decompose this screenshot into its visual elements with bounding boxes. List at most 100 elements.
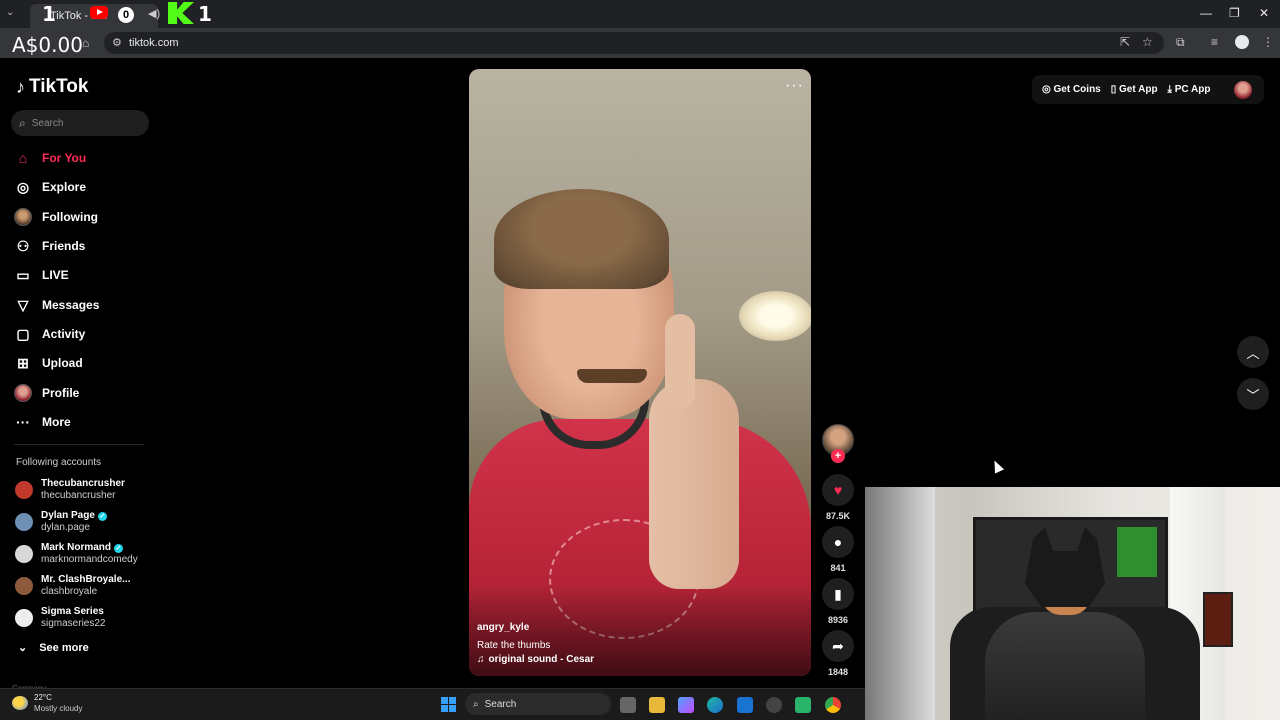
previous-video-button[interactable]: ︿ xyxy=(1237,336,1269,368)
comment-button[interactable]: ● xyxy=(822,526,854,558)
webcam-picture-frame xyxy=(1203,592,1233,647)
nav-label: Friends xyxy=(42,239,86,253)
browser-tab-bar: ⌄ TikTok - Ma 1 0 ◀) 1 — ❐ ✕ xyxy=(0,0,1280,28)
chevron-down-icon: ⌄ xyxy=(18,642,28,654)
get-coins-button[interactable]: ◎ Get Coins xyxy=(1042,84,1101,95)
home-button-icon[interactable]: ⌂ xyxy=(82,36,89,50)
friends-icon: ⚇ xyxy=(16,237,30,254)
nav-profile[interactable]: Profile xyxy=(14,383,79,403)
chevron-down-icon: ﹀ xyxy=(1246,387,1260,403)
install-app-icon[interactable]: ⇱ xyxy=(1120,35,1130,49)
maximize-icon[interactable]: ❐ xyxy=(1229,6,1240,20)
nav-label: For You xyxy=(42,151,87,165)
comment-icon: ● xyxy=(833,534,843,550)
account-name: Dylan Page xyxy=(41,510,95,521)
following-account[interactable]: Mark Normand ✓ marknormandcomedy xyxy=(15,542,138,566)
bookmark-icon: ▮ xyxy=(834,585,842,602)
nav-following[interactable]: Following xyxy=(14,207,98,227)
media-controls-icon[interactable]: ≡ xyxy=(1211,35,1218,49)
app-icon[interactable] xyxy=(795,697,811,713)
site-info-icon[interactable]: ⚙ xyxy=(112,36,122,49)
file-explorer-icon[interactable] xyxy=(649,697,665,713)
video-player[interactable]: ··· angry_kyle Rate the thumbs ♫ origina… xyxy=(469,69,811,676)
pc-app-button[interactable]: ⤓ PC App xyxy=(1168,84,1211,95)
following-accounts-title: Following accounts xyxy=(16,457,102,468)
minimize-icon[interactable]: — xyxy=(1200,6,1212,20)
webcam-costume xyxy=(985,612,1145,720)
windows-start-icon[interactable] xyxy=(441,697,456,712)
video-sound[interactable]: ♫ original sound - Cesar xyxy=(477,654,594,665)
account-handle: sigmaseries22 xyxy=(41,618,106,629)
comment-count: 841 xyxy=(830,563,846,573)
nav-activity[interactable]: ▢ Activity xyxy=(14,324,85,344)
save-button[interactable]: ▮ xyxy=(822,578,854,610)
nav-live[interactable]: ▭ LIVE xyxy=(14,265,68,285)
user-avatar[interactable] xyxy=(1234,81,1252,99)
nav-explore[interactable]: ◎ Explore xyxy=(14,177,86,197)
search-input[interactable] xyxy=(31,117,132,129)
overlay-counter-a: 1 xyxy=(42,2,56,26)
nav-for-you[interactable]: ⌂ For You xyxy=(14,148,86,168)
webcam-door xyxy=(865,487,935,720)
activity-icon: ▢ xyxy=(16,325,30,342)
outlook-icon[interactable] xyxy=(737,697,753,713)
following-account[interactable]: Sigma Series sigmaseries22 xyxy=(15,606,105,630)
nav-label: Activity xyxy=(42,327,86,341)
speaker-icon[interactable]: ◀) xyxy=(148,7,160,20)
see-more-label: See more xyxy=(39,641,89,654)
task-view-icon[interactable] xyxy=(620,697,636,713)
avatar xyxy=(15,481,33,499)
nav-label: More xyxy=(42,415,71,429)
settings-icon[interactable] xyxy=(766,697,782,713)
account-handle: dylan.page xyxy=(41,522,90,533)
nav-upload[interactable]: ⊞ Upload xyxy=(14,353,83,373)
following-account[interactable]: Dylan Page ✓ dylan.page xyxy=(15,510,107,534)
pc-app-label: PC App xyxy=(1174,84,1211,95)
next-video-button[interactable]: ﹀ xyxy=(1237,378,1269,410)
extensions-icon[interactable]: ⧉ xyxy=(1176,35,1185,50)
search-bar[interactable]: ⌕ xyxy=(11,110,149,136)
nav-label: Profile xyxy=(42,386,80,400)
share-icon: ➦ xyxy=(832,637,844,654)
omnibox[interactable] xyxy=(104,32,1164,54)
nav-more[interactable]: ··· More xyxy=(14,412,71,432)
url-text[interactable]: tiktok.com xyxy=(129,37,179,49)
windows-taskbar xyxy=(0,688,865,720)
tiktok-logo[interactable]: ♪ TikTok xyxy=(16,76,88,98)
sidebar-divider xyxy=(14,444,144,445)
avatar xyxy=(15,609,33,627)
weather-widget[interactable]: 22°C Mostly cloudy xyxy=(12,692,82,714)
notification-badge: 0 xyxy=(118,7,134,23)
nav-label: Messages xyxy=(42,298,100,312)
chrome-profile-avatar[interactable] xyxy=(1235,35,1249,49)
messages-icon: ▽ xyxy=(17,296,29,313)
tab-search-chevron-icon[interactable]: ⌄ xyxy=(6,7,14,18)
ceiling-light xyxy=(739,291,811,341)
taskbar-search[interactable]: ⌕ Search xyxy=(465,693,611,715)
tiktok-note-icon: ♪ xyxy=(16,76,25,97)
get-app-button[interactable]: ▯ Get App xyxy=(1111,84,1158,95)
chrome-menu-icon[interactable]: ⋮ xyxy=(1262,35,1274,49)
donation-overlay: A$0.00 xyxy=(12,33,83,57)
following-account[interactable]: Mr. ClashBroyale... clashbroyale xyxy=(15,574,130,598)
see-more-button[interactable]: ⌄ See more xyxy=(18,641,89,655)
bookmark-star-icon[interactable]: ☆ xyxy=(1142,35,1153,49)
copilot-icon[interactable] xyxy=(678,697,694,713)
nav-friends[interactable]: ⚇ Friends xyxy=(14,236,86,256)
chevron-up-icon: ︿ xyxy=(1246,345,1260,361)
following-account[interactable]: Thecubancrusher thecubancrusher xyxy=(15,478,125,502)
logo-text: TikTok xyxy=(29,76,89,97)
share-button[interactable]: ➦ xyxy=(822,630,854,662)
edge-icon[interactable] xyxy=(707,697,723,713)
video-author[interactable]: angry_kyle xyxy=(477,622,529,633)
nav-label: Explore xyxy=(42,180,87,194)
video-more-options-icon[interactable]: ··· xyxy=(785,77,804,95)
nav-messages[interactable]: ▽ Messages xyxy=(14,295,100,315)
weather-icon xyxy=(12,696,28,710)
chrome-icon[interactable] xyxy=(825,697,841,713)
close-window-icon[interactable]: ✕ xyxy=(1259,6,1269,20)
video-mustache xyxy=(577,369,647,383)
follow-plus-icon[interactable]: + xyxy=(831,449,845,463)
account-name: Sigma Series xyxy=(41,606,104,617)
like-button[interactable]: ♥ xyxy=(822,474,854,506)
